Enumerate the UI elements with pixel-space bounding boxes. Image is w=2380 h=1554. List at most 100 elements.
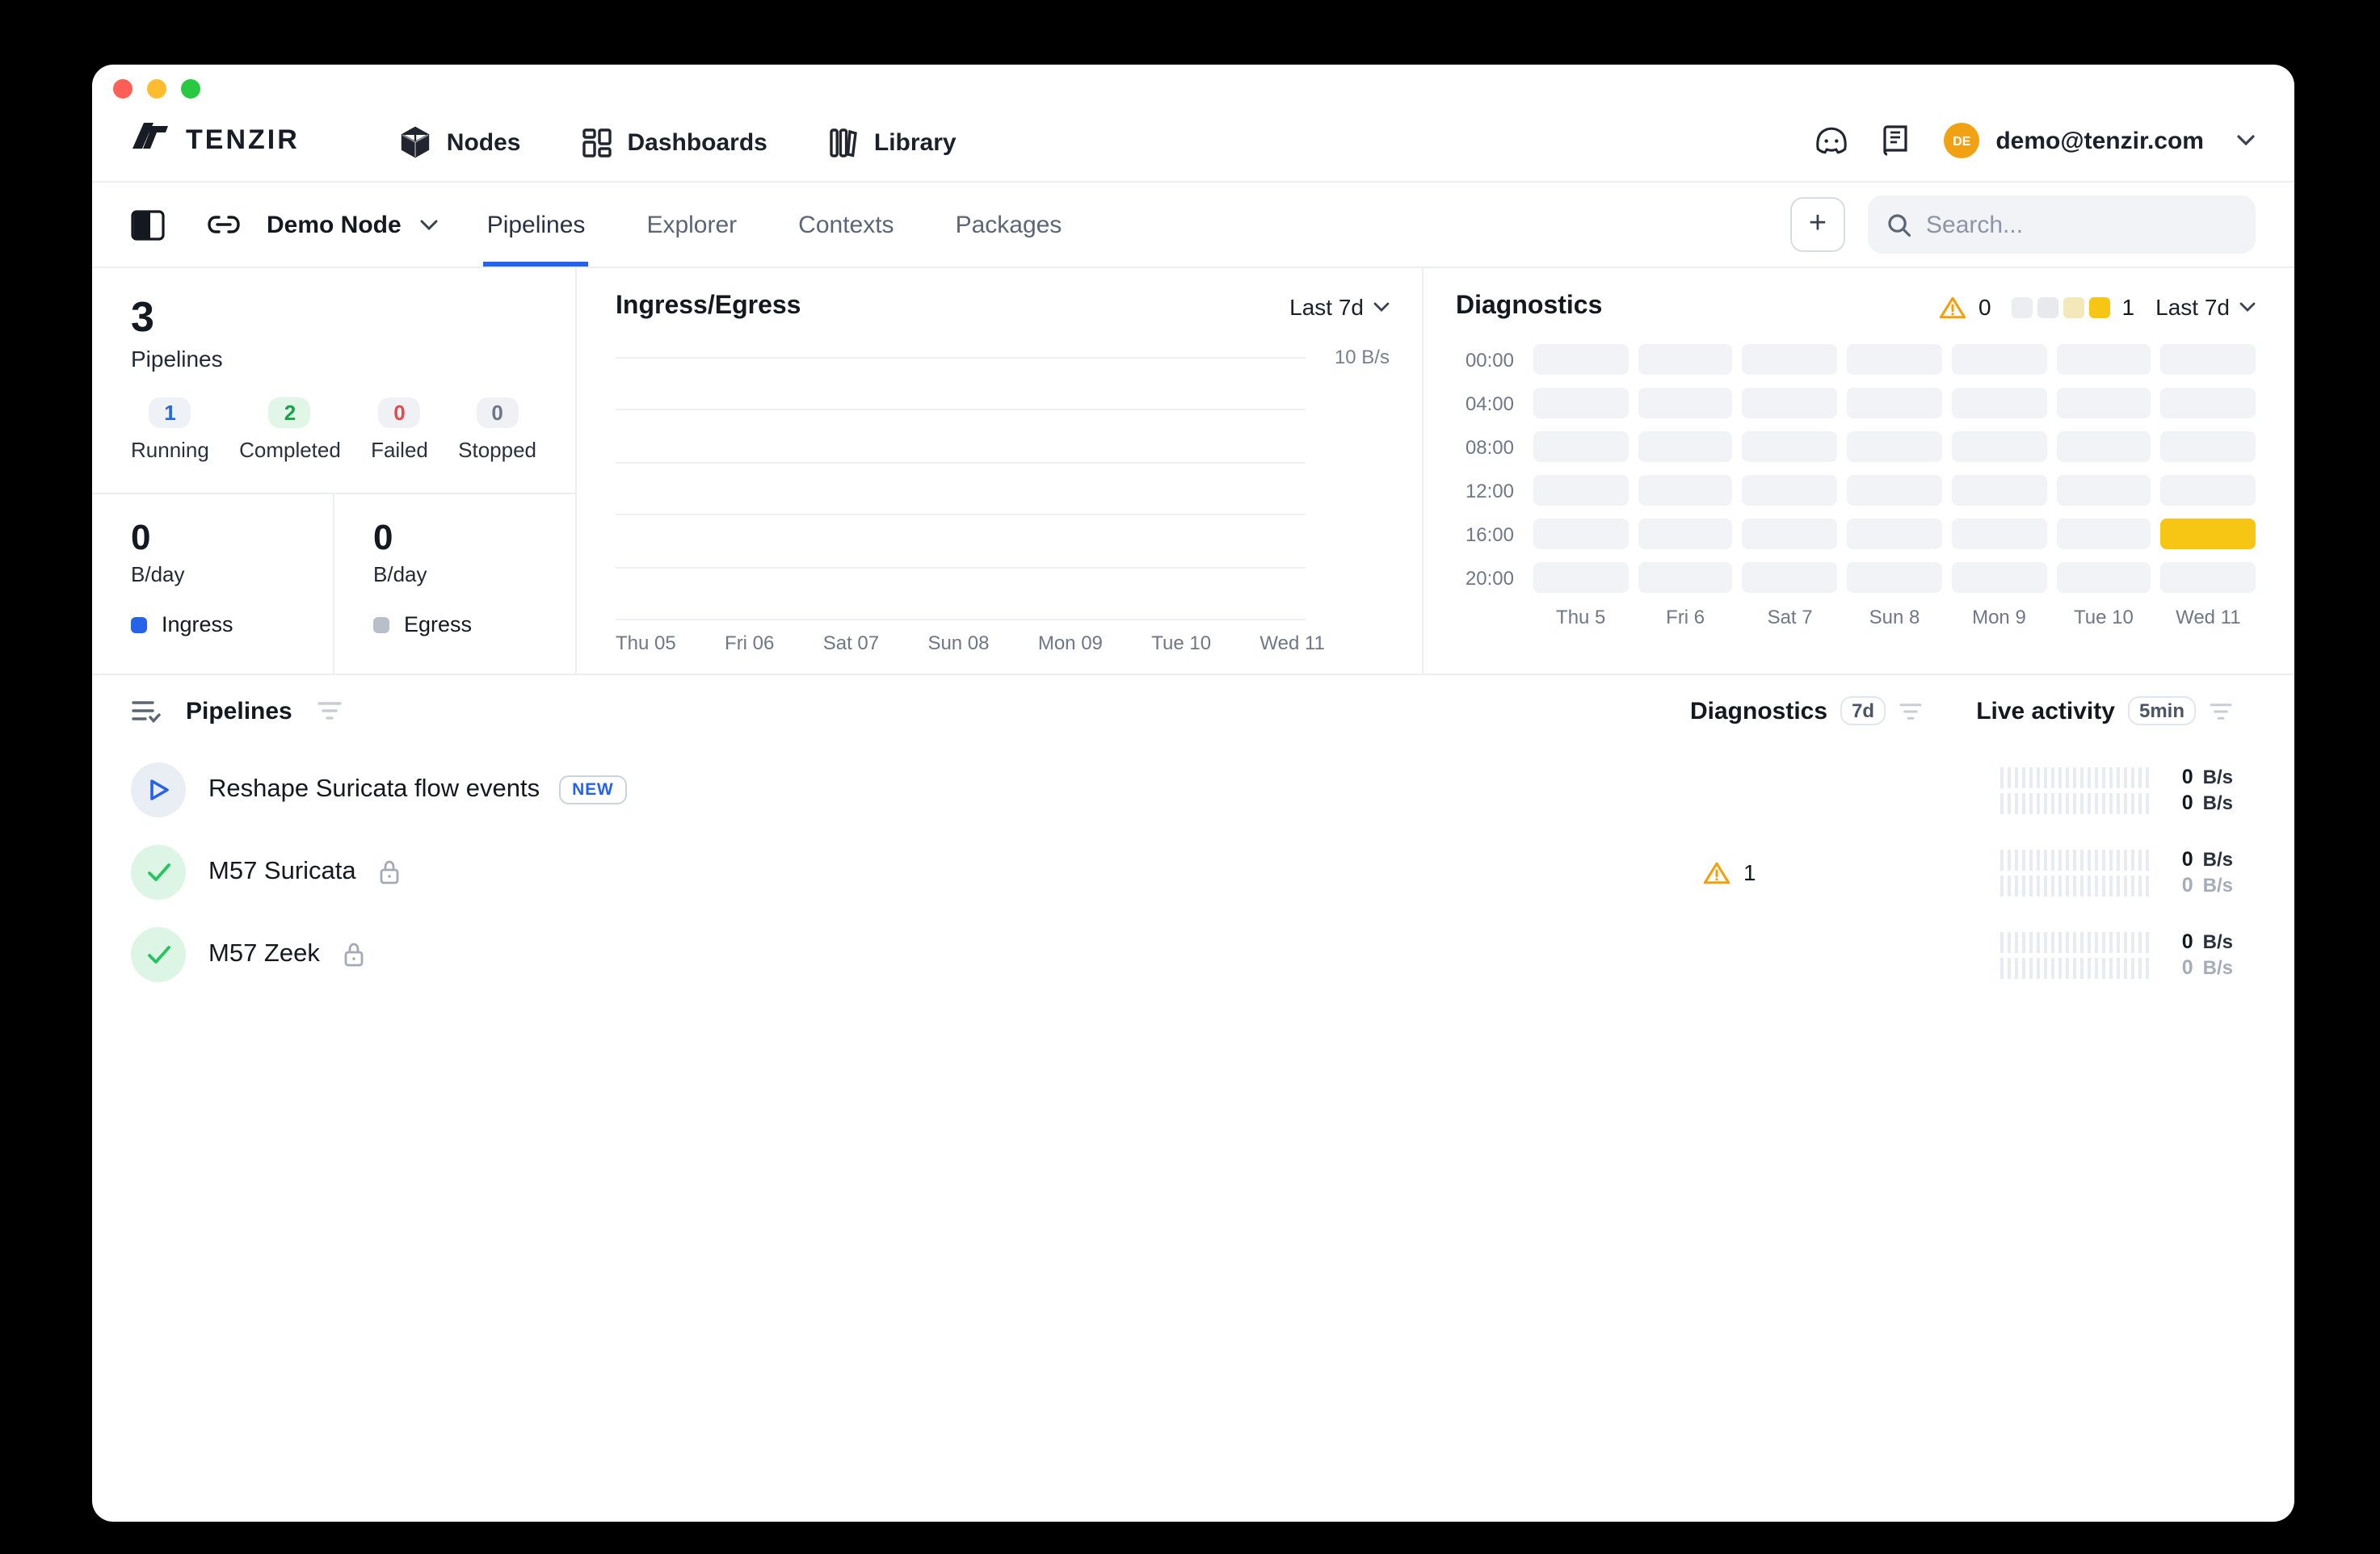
heatmap-cell[interactable] xyxy=(1952,388,2046,418)
nav-label: Dashboards xyxy=(627,128,767,156)
discord-icon[interactable] xyxy=(1813,126,1850,155)
brand-name: TENZIR xyxy=(186,124,300,157)
heatmap-cell[interactable] xyxy=(2056,475,2151,506)
heatmap-cell[interactable] xyxy=(1533,475,1628,506)
heatmap-cell[interactable] xyxy=(2056,519,2151,549)
heatmap-cell[interactable] xyxy=(2056,344,2151,375)
heatmap-cell[interactable] xyxy=(2161,344,2256,375)
tab-pipelines[interactable]: Pipelines xyxy=(484,183,589,267)
heatmap-cell[interactable] xyxy=(1533,344,1628,375)
heatmap-cell[interactable] xyxy=(2161,388,2256,418)
heatmap-cell[interactable] xyxy=(2056,431,2151,462)
list-check-icon[interactable] xyxy=(131,699,162,723)
heatmap-cell[interactable] xyxy=(1743,475,1837,506)
heatmap-cell[interactable] xyxy=(1847,519,1941,549)
pipeline-name[interactable]: M57 Suricata xyxy=(208,858,356,887)
row-diagnostics-cell[interactable]: 1 xyxy=(1587,859,1886,885)
heatmap-cell[interactable] xyxy=(1952,562,2046,593)
heatmap-col-label: Fri 6 xyxy=(1638,606,1732,628)
heatmap-cell[interactable] xyxy=(1847,388,1941,418)
heatmap-cell[interactable] xyxy=(1952,519,2046,549)
pipeline-name[interactable]: M57 Zeek xyxy=(208,940,320,969)
heatmap-cell[interactable] xyxy=(1638,388,1732,418)
failed-count: 0 xyxy=(378,397,420,427)
pipelines-filter-icon[interactable] xyxy=(317,701,343,720)
heatmap-cell[interactable] xyxy=(1743,519,1837,549)
window-controls xyxy=(113,79,200,99)
heatmap-cell[interactable] xyxy=(2161,431,2256,462)
nav-item-dashboards[interactable]: Dashboards xyxy=(582,127,767,158)
heatmap-cell[interactable] xyxy=(2056,388,2151,418)
node-chevron-down-icon[interactable] xyxy=(421,219,439,230)
diagnostics-panel: Diagnostics 0 xyxy=(1423,268,2294,674)
nav-item-library[interactable]: Library xyxy=(829,127,957,158)
scale-cell xyxy=(2038,296,2059,317)
chart-range-selector[interactable]: Last 7d xyxy=(1289,294,1390,320)
pipelines-total: 3 xyxy=(131,294,540,340)
diagnostics-range-selector[interactable]: Last 7d xyxy=(2155,294,2256,320)
tenzir-logo[interactable]: TENZIR xyxy=(131,123,300,158)
heatmap-cell[interactable] xyxy=(1638,562,1732,593)
heatmap-cell[interactable] xyxy=(1952,431,2046,462)
nav-item-nodes[interactable]: Nodes xyxy=(400,126,521,158)
heatmap-row: 00:00 xyxy=(1456,344,2256,375)
heatmap-cell[interactable] xyxy=(1743,388,1837,418)
close-window-button[interactable] xyxy=(113,79,132,99)
status-summary: 1 Running 2 Completed 0 Failed 0 xyxy=(131,397,540,461)
heatmap-cell[interactable] xyxy=(1533,562,1628,593)
heatmap-cell[interactable] xyxy=(1743,431,1837,462)
x-axis-label: Thu 05 xyxy=(616,632,676,654)
diagnostics-title: Diagnostics xyxy=(1456,292,1602,321)
search-input[interactable] xyxy=(1926,211,2236,238)
activity-filter-icon[interactable] xyxy=(2209,702,2233,720)
status-completed: 2 Completed xyxy=(239,397,341,461)
node-name[interactable]: Demo Node xyxy=(267,211,402,238)
ingress-egress-panel: Ingress/Egress Last 7d 10 B/s Thu 05Fri … xyxy=(577,268,1423,674)
sidebar-toggle-icon[interactable] xyxy=(131,209,165,240)
activity-range-badge[interactable]: 5min xyxy=(2128,696,2196,725)
tab-packages[interactable]: Packages xyxy=(952,183,1066,267)
pipeline-row[interactable]: M57 Zeek 0B/s 0B/s xyxy=(92,916,2294,993)
heatmap-cell[interactable] xyxy=(1847,562,1941,593)
zoom-window-button[interactable] xyxy=(181,79,200,99)
heatmap-cell-highlighted[interactable] xyxy=(2161,519,2256,549)
running-count: 1 xyxy=(149,397,191,427)
heatmap-cell[interactable] xyxy=(1847,344,1941,375)
egress-legend-swatch xyxy=(373,616,389,632)
heatmap-cell[interactable] xyxy=(1533,431,1628,462)
heatmap-cell[interactable] xyxy=(1847,475,1941,506)
heatmap-cell[interactable] xyxy=(1847,431,1941,462)
heatmap-cell[interactable] xyxy=(1638,519,1732,549)
tab-contexts[interactable]: Contexts xyxy=(795,183,897,267)
docs-icon[interactable] xyxy=(1882,124,1911,157)
heatmap-cell[interactable] xyxy=(1533,388,1628,418)
heatmap-cell[interactable] xyxy=(1638,431,1732,462)
activity-sparkline xyxy=(2001,931,2153,978)
heatmap-cell[interactable] xyxy=(1743,562,1837,593)
minimize-window-button[interactable] xyxy=(147,79,166,99)
heatmap-cell[interactable] xyxy=(1952,344,2046,375)
tab-explorer[interactable]: Explorer xyxy=(643,183,740,267)
heatmap-cell[interactable] xyxy=(2056,562,2151,593)
diagnostics-range-badge[interactable]: 7d xyxy=(1840,696,1886,725)
heatmap-cell[interactable] xyxy=(1533,519,1628,549)
heatmap-cell[interactable] xyxy=(1638,475,1732,506)
heatmap-cell[interactable] xyxy=(1743,344,1837,375)
pipeline-row[interactable]: M57 Suricata 1 0B/s xyxy=(92,834,2294,911)
heatmap-cell[interactable] xyxy=(2161,562,2256,593)
user-email[interactable]: demo@tenzir.com xyxy=(1995,127,2204,154)
heatmap-cell[interactable] xyxy=(1638,344,1732,375)
ingress-stat: 0 B/day Ingress xyxy=(92,494,333,674)
chevron-down-icon[interactable] xyxy=(2236,134,2256,147)
completed-count: 2 xyxy=(269,397,311,427)
search-box[interactable] xyxy=(1868,195,2256,254)
heatmap-cell[interactable] xyxy=(1952,475,2046,506)
avatar[interactable]: DE xyxy=(1944,123,1979,158)
add-pipeline-button[interactable]: + xyxy=(1790,197,1845,252)
pipeline-stats-panel: 3 Pipelines 1 Running 2 Completed 0 xyxy=(92,268,577,674)
pipelines-total-label: Pipelines xyxy=(131,345,540,371)
ingress-egress-chart: 10 B/s xyxy=(616,357,1390,619)
heatmap-cell[interactable] xyxy=(2161,475,2256,506)
pipeline-row[interactable]: Reshape Suricata flow events NEW 0B/s 0B… xyxy=(92,751,2294,829)
pipeline-name[interactable]: Reshape Suricata flow events xyxy=(208,775,540,804)
